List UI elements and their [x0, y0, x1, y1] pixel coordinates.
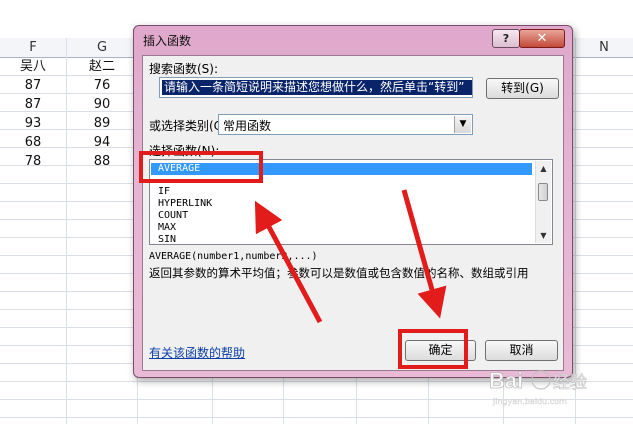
- svg-text:经验: 经验: [553, 373, 587, 393]
- arrow-to-average: [254, 200, 323, 324]
- baidu-jingyan-watermark: Bai 经验 jingyan.baidu.com: [489, 368, 588, 407]
- svg-text:jingyan.baidu.com: jingyan.baidu.com: [492, 397, 567, 406]
- arrow-to-ok: [401, 189, 447, 319]
- svg-text:Bai: Bai: [489, 368, 523, 393]
